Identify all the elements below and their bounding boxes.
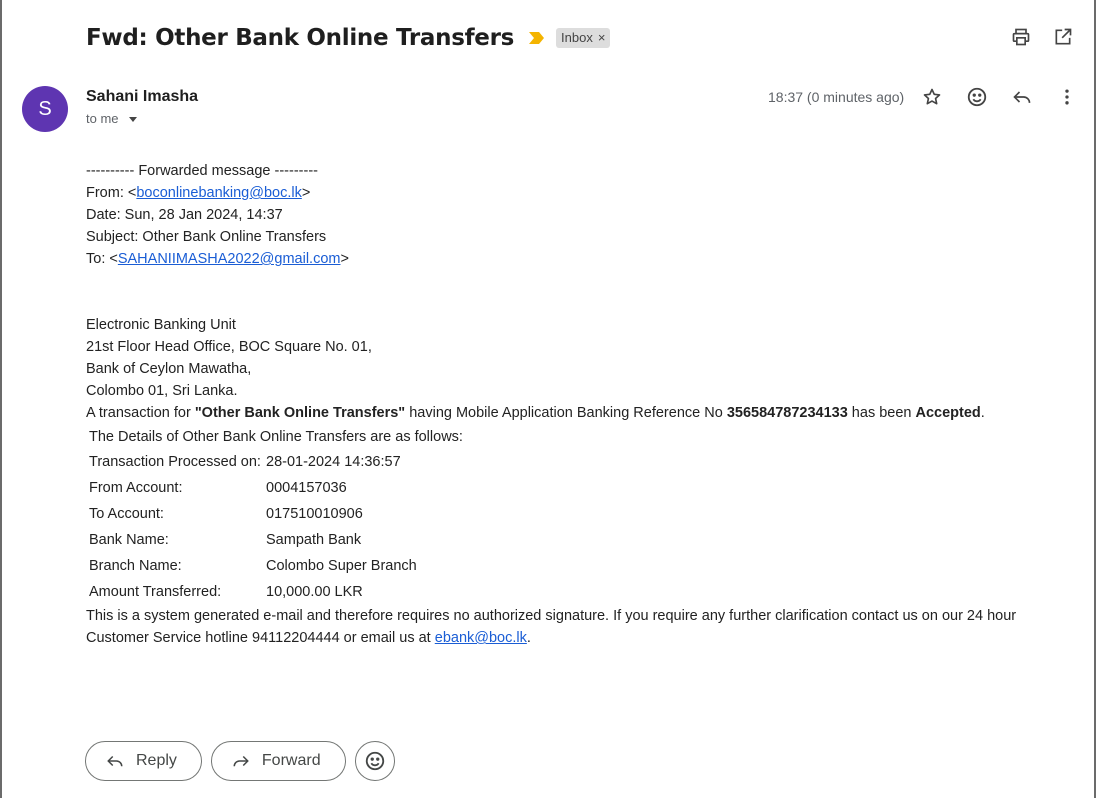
detail-label: To Account: xyxy=(89,506,164,522)
address-line: Electronic Banking Unit xyxy=(86,317,236,333)
detail-value: 28-01-2024 14:36:57 xyxy=(266,454,401,470)
to-email-link[interactable]: SAHANIIMASHA2022@gmail.com xyxy=(118,251,341,267)
details-intro: The Details of Other Bank Online Transfe… xyxy=(89,428,463,445)
transaction-details: The Details of Other Bank Online Transfe… xyxy=(89,424,1076,605)
forward-from: From: <boconlinebanking@boc.lk> xyxy=(86,182,1076,204)
emoji-reaction-button[interactable] xyxy=(354,741,395,781)
message-actions xyxy=(921,86,1078,108)
reply-actions: Reply Forward xyxy=(85,741,395,781)
to-prefix: To: < xyxy=(86,251,118,267)
transaction-notice: A transaction for "Other Bank Online Tra… xyxy=(86,402,1076,424)
emoji-icon xyxy=(365,751,384,771)
disclaimer-line: This is a system generated e-mail and th… xyxy=(86,608,1017,624)
remove-label-icon[interactable]: × xyxy=(598,30,606,45)
disclaimer: This is a system generated e-mail and th… xyxy=(86,605,1076,649)
disclaimer-line: Customer Service hotline 94112204444 or … xyxy=(86,627,1076,649)
detail-label: Amount Transferred: xyxy=(89,584,222,600)
important-marker-icon[interactable] xyxy=(528,31,546,45)
detail-value: 017510010906 xyxy=(266,506,363,522)
detail-value: Sampath Bank xyxy=(266,532,362,548)
forward-separator: ---------- Forwarded message --------- xyxy=(86,163,318,179)
address-line: Colombo 01, Sri Lanka. xyxy=(86,383,238,399)
open-in-new-icon[interactable] xyxy=(1052,26,1074,48)
address-line: Bank of Ceylon Mawatha, xyxy=(86,361,252,377)
chevron-down-icon[interactable] xyxy=(128,117,137,122)
detail-label: Branch Name: xyxy=(89,558,182,574)
to-suffix: > xyxy=(340,251,349,267)
support-email-link[interactable]: ebank@boc.lk xyxy=(435,630,527,646)
notice-text: A transaction for xyxy=(86,405,195,421)
details-row: Branch Name: Colombo Super Branch xyxy=(89,553,1076,579)
email-view: Fwd: Other Bank Online Transfers Inbox ×… xyxy=(0,0,1096,798)
details-row: Amount Transferred: 10,000.00 LKR xyxy=(89,579,1076,605)
details-row: Bank Name: Sampath Bank xyxy=(89,527,1076,553)
details-row: From Account: 0004157036 xyxy=(89,475,1076,501)
star-icon[interactable] xyxy=(921,86,943,108)
sender-name[interactable]: Sahani Imasha xyxy=(86,88,198,106)
message-body: ---------- Forwarded message --------- F… xyxy=(86,160,1076,649)
notice-text: has been xyxy=(847,405,916,421)
more-options-icon[interactable] xyxy=(1056,86,1078,108)
detail-value: 0004157036 xyxy=(266,480,347,496)
reply-button[interactable]: Reply xyxy=(85,741,202,781)
reply-icon xyxy=(107,755,123,767)
label-text: Inbox xyxy=(561,30,593,45)
from-prefix: From: < xyxy=(86,185,137,201)
forward-date: Date: Sun, 28 Jan 2024, 14:37 xyxy=(86,207,283,223)
emoji-reaction-icon[interactable] xyxy=(966,86,988,108)
detail-label: Bank Name: xyxy=(89,532,169,548)
transaction-type: "Other Bank Online Transfers" xyxy=(194,405,406,421)
forward-icon xyxy=(233,755,249,767)
reference-number: 356584787234133 xyxy=(726,405,848,421)
email-subject: Fwd: Other Bank Online Transfers xyxy=(86,25,515,51)
disclaimer-text: Customer Service hotline 94112204444 or … xyxy=(86,630,435,646)
forward-label: Forward xyxy=(261,752,321,769)
reply-icon[interactable] xyxy=(1011,86,1033,108)
recipient-text: to me xyxy=(86,111,119,126)
notice-text: . xyxy=(980,405,985,421)
print-icon[interactable] xyxy=(1010,26,1032,48)
thread-toolbar xyxy=(1010,26,1074,48)
details-row: To Account: 017510010906 xyxy=(89,501,1076,527)
notice-text: having Mobile Application Banking Refere… xyxy=(405,405,727,421)
message-time: 18:37 (0 minutes ago) xyxy=(768,89,905,105)
address-line: 21st Floor Head Office, BOC Square No. 0… xyxy=(86,339,372,355)
from-email-link[interactable]: boconlinebanking@boc.lk xyxy=(136,185,301,201)
disclaimer-text: . xyxy=(526,630,531,646)
detail-value: Colombo Super Branch xyxy=(266,558,417,574)
forward-button[interactable]: Forward xyxy=(210,741,346,781)
details-row: Transaction Processed on: 28-01-2024 14:3… xyxy=(89,449,1076,475)
avatar[interactable]: S xyxy=(22,86,68,132)
subject-row: Fwd: Other Bank Online Transfers Inbox × xyxy=(86,22,611,54)
recipient-details[interactable]: to me xyxy=(86,111,137,126)
reply-label: Reply xyxy=(136,752,177,769)
detail-value: 10,000.00 LKR xyxy=(266,584,363,600)
inbox-label-chip: Inbox × xyxy=(556,28,611,48)
detail-label: From Account: xyxy=(89,480,183,496)
forward-subject: Subject: Other Bank Online Transfers xyxy=(86,229,327,245)
transaction-status: Accepted xyxy=(915,405,981,421)
from-suffix: > xyxy=(301,185,311,201)
detail-label: Transaction Processed on: xyxy=(89,454,261,470)
forward-to: To: <SAHANIIMASHA2022@gmail.com> xyxy=(86,248,1076,270)
